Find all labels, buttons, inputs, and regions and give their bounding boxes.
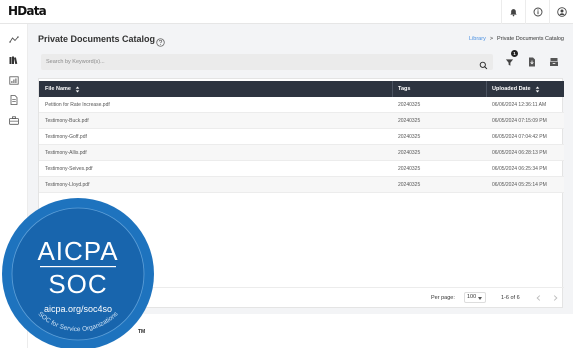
column-label: File Name	[45, 86, 71, 92]
file-name-cell[interactable]: Testimony-Allis.pdf	[45, 145, 87, 161]
page: HData Private Documents Catalog Library …	[0, 0, 573, 348]
column-divider	[392, 81, 393, 97]
search-input[interactable]	[46, 54, 466, 70]
export-button[interactable]	[524, 54, 540, 70]
trademark-mark: TM	[138, 329, 146, 335]
tags-cell: 20240325	[398, 134, 421, 140]
info-icon[interactable]	[525, 0, 549, 24]
column-divider	[486, 81, 487, 97]
column-header-tags: Tags	[398, 81, 410, 97]
pagination-range: 1-6 of 6	[501, 295, 520, 301]
chevron-right-icon	[553, 294, 557, 301]
breadcrumb: Library > Private Documents Catalog	[469, 36, 564, 42]
uploaded-date-cell: 06/06/2024 12:36:11 AM	[492, 102, 547, 108]
tags-cell: 20240325	[398, 182, 421, 188]
chevron-left-icon	[536, 294, 540, 301]
file-name-cell[interactable]: Testimony-Goff.pdf	[45, 129, 87, 145]
briefcase-icon[interactable]	[7, 113, 21, 127]
search-box	[41, 54, 493, 70]
archive-button[interactable]	[546, 54, 562, 70]
seal-brand: AICPA	[37, 236, 118, 266]
seal-product: SOC	[48, 269, 107, 299]
tags-cell: 20240325	[398, 166, 421, 172]
uploaded-date-cell: 06/05/2024 07:15:09 PM	[492, 118, 547, 124]
top-bar: HData	[0, 0, 573, 24]
file-name-cell[interactable]: Testimony-Seives.pdf	[45, 161, 93, 177]
search-toolbar: 1	[38, 50, 563, 72]
document-icon[interactable]	[7, 93, 21, 107]
table-row[interactable]: Petition for Rate Increase.pdf 20240325 …	[39, 97, 564, 113]
uploaded-date-cell: 06/05/2024 07:04:42 PM	[492, 134, 547, 140]
column-label: Uploaded Date	[492, 86, 531, 92]
help-icon[interactable]	[156, 34, 166, 47]
header-actions	[501, 0, 573, 24]
bell-icon[interactable]	[501, 0, 525, 24]
column-header-uploaded-date[interactable]: Uploaded Date	[492, 81, 540, 97]
previous-page-button[interactable]	[533, 292, 543, 303]
next-page-button[interactable]	[550, 292, 560, 303]
user-icon[interactable]	[549, 0, 573, 24]
app-logo[interactable]: HData	[8, 4, 47, 18]
breadcrumb-current: Private Documents Catalog	[497, 36, 564, 42]
aicpa-soc-seal: AICPA SOC aicpa.org/soc4so SOC for Servi…	[2, 198, 154, 348]
uploaded-date-cell: 06/05/2024 05:25:14 PM	[492, 182, 547, 188]
table-row[interactable]: Testimony-Allis.pdf 20240325 06/05/2024 …	[39, 145, 564, 161]
search-icon[interactable]	[479, 57, 489, 70]
column-label: Tags	[398, 86, 411, 92]
filter-button[interactable]: 1	[501, 50, 518, 70]
page-title: Private Documents Catalog	[38, 34, 156, 44]
table-row[interactable]: Testimony-Goff.pdf 20240325 06/05/2024 0…	[39, 129, 564, 145]
breadcrumb-library-link[interactable]: Library	[469, 36, 486, 42]
table-row[interactable]: Testimony-Buck.pdf 20240325 06/05/2024 0…	[39, 113, 564, 129]
per-page-label: Per page:	[431, 295, 455, 301]
table-header: File Name Tags Uploaded Date	[39, 81, 564, 97]
uploaded-date-cell: 06/05/2024 06:28:13 PM	[492, 150, 547, 156]
sort-icon[interactable]	[75, 86, 80, 93]
uploaded-date-cell: 06/05/2024 06:25:34 PM	[492, 166, 547, 172]
tags-cell: 20240325	[398, 118, 421, 124]
table-row[interactable]: Testimony-Lloyd.pdf 20240325 06/05/2024 …	[39, 177, 564, 193]
breadcrumb-separator: >	[489, 36, 494, 42]
table-row[interactable]: Testimony-Seives.pdf 20240325 06/05/2024…	[39, 161, 564, 177]
column-header-file-name[interactable]: File Name	[45, 81, 80, 97]
sort-icon[interactable]	[535, 86, 540, 93]
library-icon[interactable]	[7, 53, 21, 67]
routes-icon[interactable]	[7, 33, 21, 47]
file-name-cell[interactable]: Testimony-Lloyd.pdf	[45, 177, 89, 193]
chart-icon[interactable]	[7, 73, 21, 87]
seal-url: aicpa.org/soc4so	[44, 304, 112, 314]
file-name-cell[interactable]: Petition for Rate Increase.pdf	[45, 97, 110, 113]
seal-divider	[40, 266, 116, 268]
filter-badge: 1	[511, 50, 518, 57]
per-page-value: 100	[467, 294, 477, 300]
file-name-cell[interactable]: Testimony-Buck.pdf	[45, 113, 89, 129]
tags-cell: 20240325	[398, 102, 421, 108]
tags-cell: 20240325	[398, 150, 421, 156]
chevron-down-icon	[478, 297, 482, 300]
row-divider	[39, 192, 564, 193]
per-page-select[interactable]: 100	[464, 292, 486, 303]
